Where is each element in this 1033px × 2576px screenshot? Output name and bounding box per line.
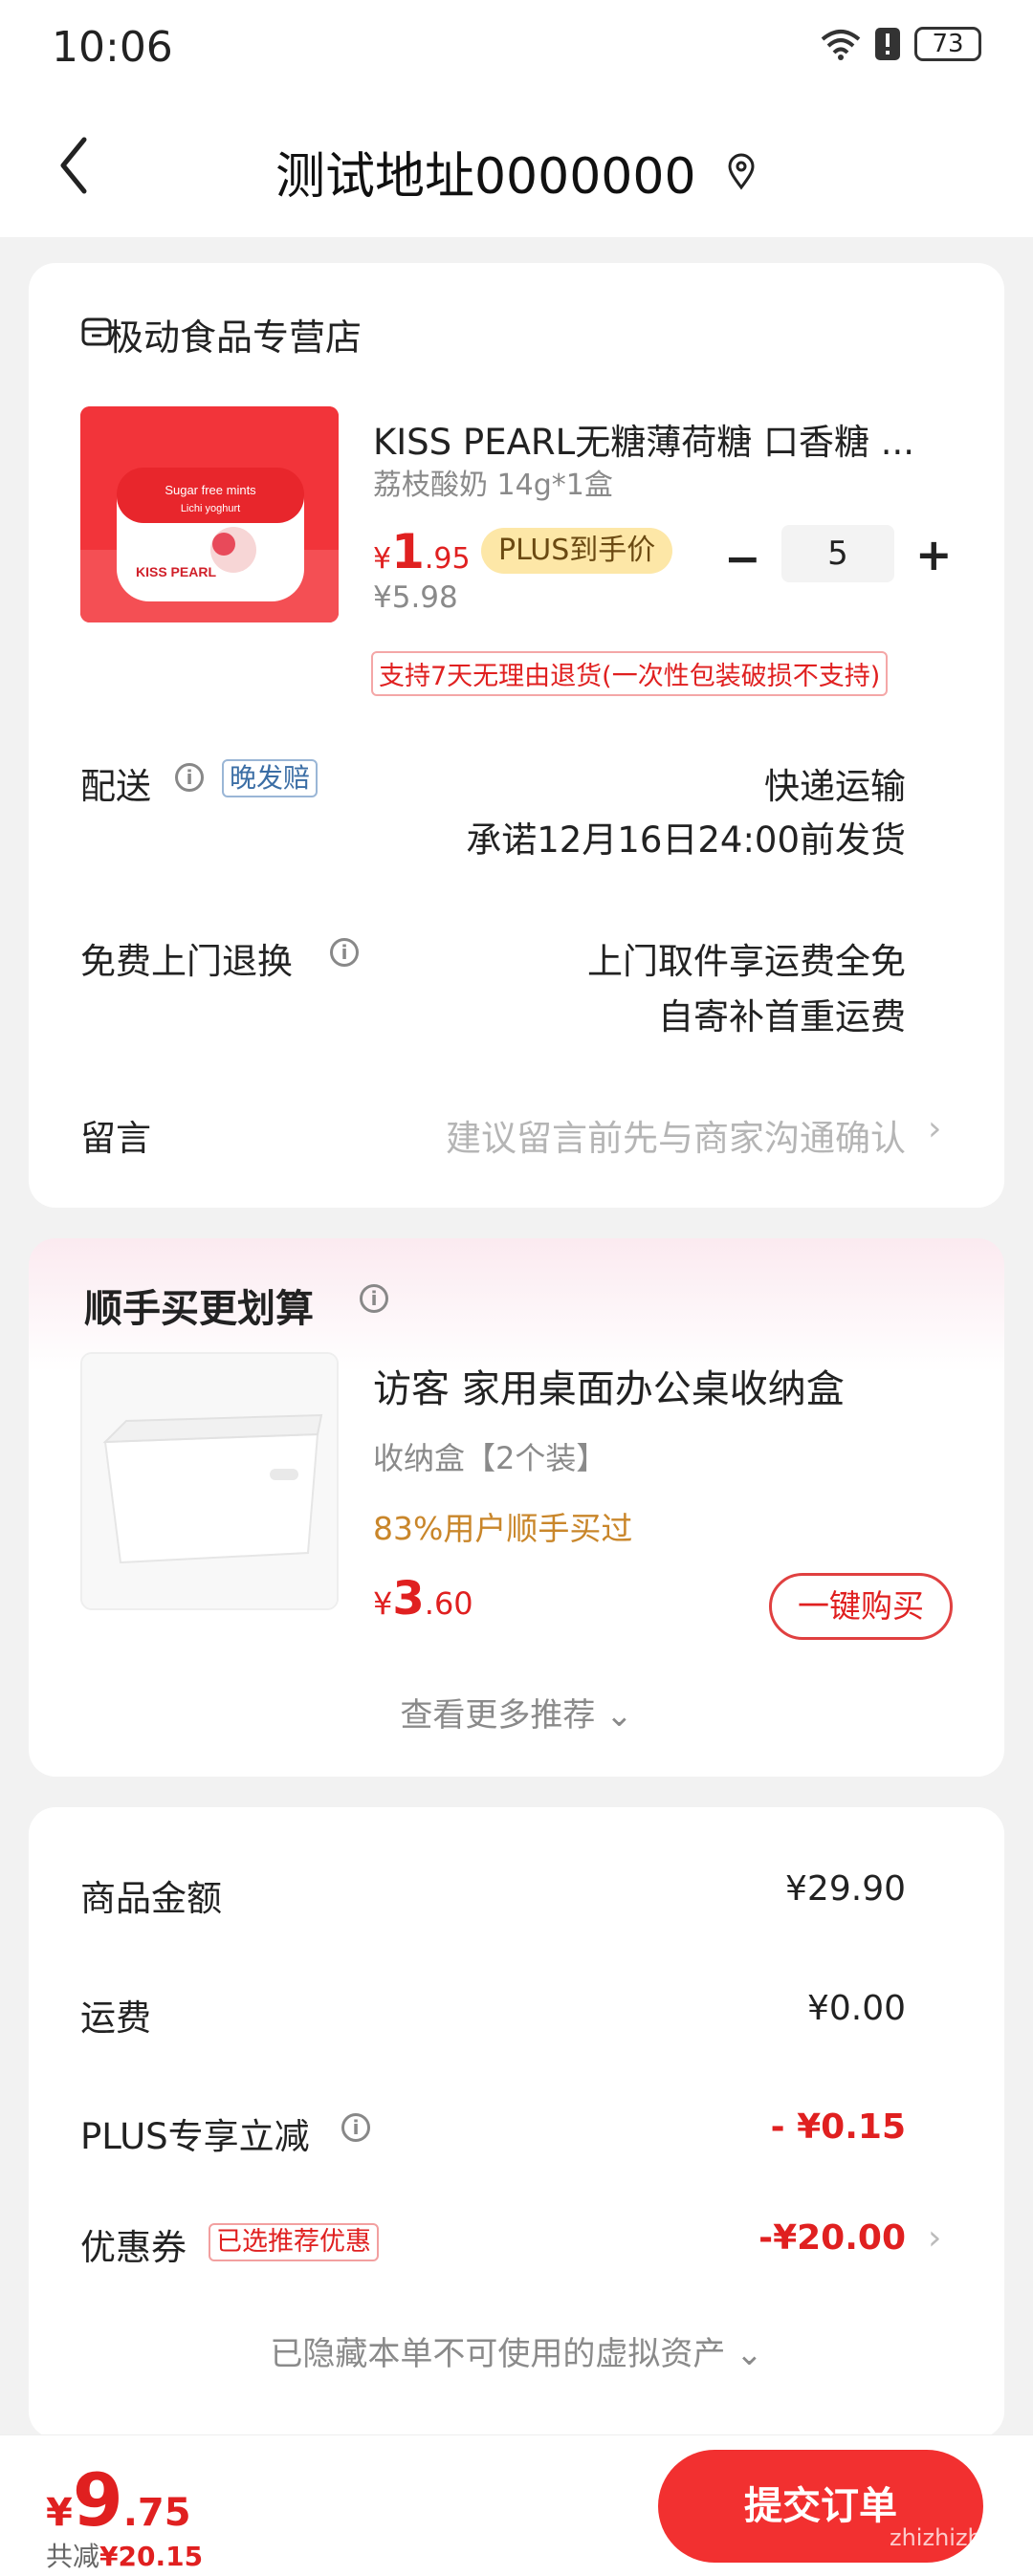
- total-price: ¥9.75: [46, 2457, 191, 2543]
- plus-price-tag: PLUS到手价: [481, 528, 673, 574]
- rec-price-integer: 3: [392, 1572, 425, 1626]
- price-integer: 1: [391, 524, 425, 579]
- address-text: 测试地址0000000: [275, 148, 696, 206]
- status-icons: 73: [821, 27, 981, 61]
- saved-label: 共减: [46, 2541, 100, 2572]
- original-price: ¥5.98: [373, 580, 458, 615]
- store-name[interactable]: 极动食品专营店: [107, 308, 362, 360]
- message-input[interactable]: 建议留言前先与商家沟通确认: [446, 1109, 906, 1161]
- coupon-recommended-tag: 已选推荐优惠: [209, 2223, 379, 2261]
- quantity-input[interactable]: 5: [781, 525, 894, 582]
- goods-amount-label: 商品金额: [80, 1878, 222, 1919]
- store-order-card: [29, 263, 1004, 1208]
- tin-flavor: Lichi yoghurt: [181, 503, 240, 514]
- message-chevron-icon[interactable]: ›: [928, 1109, 941, 1148]
- product-spec[interactable]: 荔枝酸奶 14g*1盒: [373, 461, 613, 503]
- rec-price-currency: ¥: [373, 1585, 393, 1622]
- plus-discount-label: PLUS专享立减: [80, 2116, 310, 2157]
- delivery-method[interactable]: 快递运输: [764, 757, 906, 809]
- coupon-label: 优惠券: [80, 2227, 187, 2268]
- price-decimal: .95: [424, 542, 471, 576]
- saved-value: ¥20.15: [99, 2541, 204, 2572]
- address-title[interactable]: 测试地址0000000: [0, 136, 1033, 207]
- chevron-down-icon: ⌄: [736, 2335, 763, 2373]
- return-service-line1: 上门取件享运费全免: [587, 941, 906, 982]
- quantity-decrease-button[interactable]: −: [724, 533, 761, 584]
- delivery-label: 配送: [80, 766, 151, 807]
- price-currency: ¥: [373, 542, 392, 576]
- coupon-chevron-icon[interactable]: ›: [928, 2218, 941, 2258]
- return-service-label: 免费上门退换: [80, 941, 293, 982]
- location-pin-icon: [728, 153, 755, 190]
- product-title[interactable]: KISS PEARL无糖薄荷糖 口香糖 ...: [373, 413, 947, 465]
- return-policy-tag: 支持7天无理由退货(一次性包装破损不支持): [371, 651, 889, 696]
- coupon-value[interactable]: -¥20.00: [758, 2218, 906, 2258]
- recommend-bought-rate: 83%用户顺手买过: [373, 1510, 633, 1547]
- battery-indicator: 73: [914, 27, 981, 61]
- plus-discount-info-icon[interactable]: i: [341, 2113, 370, 2142]
- alert-icon: [875, 28, 900, 60]
- total-decimal: .75: [122, 2491, 191, 2535]
- product-price: ¥1.95: [373, 524, 471, 579]
- hidden-assets-toggle[interactable]: 已隐藏本单不可使用的虚拟资产 ⌄: [0, 2327, 1033, 2374]
- tin-brand: KISS PEARL: [136, 564, 216, 579]
- quantity-increase-button[interactable]: +: [915, 529, 953, 580]
- rec-price-decimal: .60: [424, 1585, 473, 1622]
- chevron-down-icon: ⌄: [605, 1696, 633, 1735]
- watermark: zhizhizhi.com: [890, 2524, 1033, 2551]
- delivery-promise: 承诺12月16日24:00前发货: [466, 819, 906, 861]
- recommend-info-icon[interactable]: i: [360, 1284, 388, 1313]
- status-time: 10:06: [52, 23, 173, 72]
- total-saved: 共减¥20.15: [46, 2536, 203, 2574]
- delivery-info-icon[interactable]: i: [175, 763, 204, 792]
- recommend-product-name[interactable]: 访客 家用桌面办公桌收纳盒: [373, 1358, 845, 1413]
- late-compensation-tag: 晚发赔: [222, 759, 319, 797]
- hidden-assets-label: 已隐藏本单不可使用的虚拟资产: [270, 2335, 726, 2373]
- one-click-buy-button[interactable]: 一键购买: [769, 1573, 953, 1640]
- total-integer: 9: [72, 2457, 123, 2543]
- return-info-icon[interactable]: i: [330, 938, 359, 967]
- product-image[interactable]: Sugar free mints Lichi yoghurt KISS PEAR…: [80, 406, 339, 622]
- plus-discount-value: - ¥0.15: [770, 2107, 906, 2147]
- recommend-product-image[interactable]: [80, 1352, 339, 1610]
- return-service-line2: 自寄补首重运费: [658, 996, 906, 1037]
- more-recommend-link[interactable]: 查看更多推荐 ⌄: [0, 1689, 1033, 1736]
- total-currency: ¥: [46, 2491, 73, 2535]
- shipping-fee-value: ¥0.00: [806, 1989, 906, 2028]
- tin-tagline: Sugar free mints: [165, 483, 256, 497]
- more-recommend-label: 查看更多推荐: [400, 1696, 596, 1735]
- wifi-icon: [821, 30, 861, 60]
- recommend-price: ¥3.60: [373, 1572, 473, 1626]
- recommend-product-spec: 收纳盒【2个装】: [373, 1440, 607, 1476]
- goods-amount-value: ¥29.90: [785, 1869, 906, 1909]
- message-label: 留言: [80, 1118, 151, 1159]
- shipping-fee-label: 运费: [80, 1997, 151, 2039]
- recommend-title: 顺手买更划算: [84, 1287, 314, 1331]
